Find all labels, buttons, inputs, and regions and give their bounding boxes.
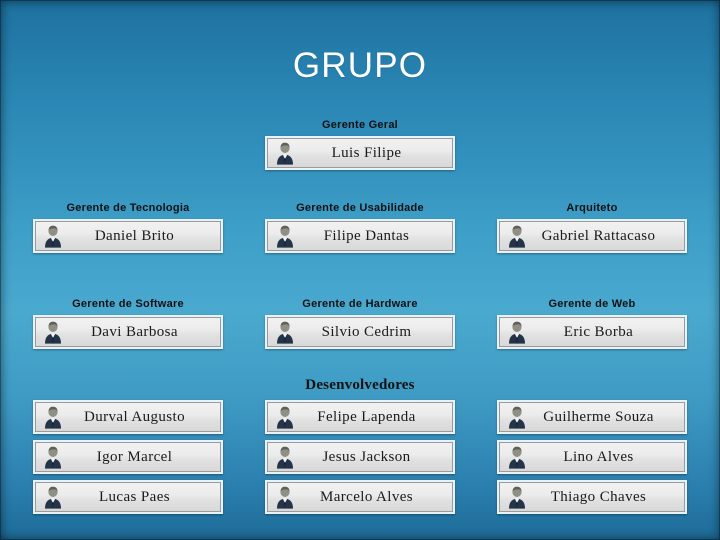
person-card[interactable]: Jesus Jackson xyxy=(265,440,455,474)
manager-row-1: Gerente de Tecnologia Daniel Brito Geren… xyxy=(0,201,720,253)
person-icon xyxy=(274,224,296,248)
person-card[interactable]: Thiago Chaves xyxy=(497,480,687,514)
role-label: Gerente Geral xyxy=(321,119,398,131)
person-icon xyxy=(42,320,64,344)
person-card[interactable]: Lino Alves xyxy=(497,440,687,474)
person-icon xyxy=(274,320,296,344)
person-name: Eric Borba xyxy=(563,323,634,340)
slide-canvas: GRUPO Gerente Geral Luis Filipe Gerente … xyxy=(0,0,720,540)
org-node-gerente-web: Gerente de Web Eric Borba xyxy=(497,297,687,349)
role-label: Gerente de Web xyxy=(548,298,636,310)
person-card[interactable]: Davi Barbosa xyxy=(33,315,223,349)
person-card[interactable]: Marcelo Alves xyxy=(265,480,455,514)
person-icon xyxy=(506,320,528,344)
person-name: Igor Marcel xyxy=(96,448,173,465)
person-icon xyxy=(274,445,296,469)
person-card[interactable]: Filipe Dantas xyxy=(265,219,455,253)
person-name: Thiago Chaves xyxy=(550,488,647,505)
person-name: Luis Filipe xyxy=(331,144,402,161)
person-card[interactable]: Igor Marcel xyxy=(33,440,223,474)
person-name: Lucas Paes xyxy=(98,488,171,505)
person-name: Gabriel Rattacaso xyxy=(541,227,656,244)
person-card[interactable]: Daniel Brito xyxy=(33,219,223,253)
person-name: Guilherme Souza xyxy=(543,408,654,425)
person-name: Silvio Cedrim xyxy=(321,323,412,340)
person-name: Daniel Brito xyxy=(94,227,175,244)
role-label: Arquiteto xyxy=(566,202,618,214)
person-card[interactable]: Eric Borba xyxy=(497,315,687,349)
person-icon xyxy=(274,405,296,429)
person-name: Lino Alves xyxy=(563,448,634,465)
org-node-gerente-geral: Gerente Geral Luis Filipe xyxy=(265,118,455,170)
person-card[interactable]: Silvio Cedrim xyxy=(265,315,455,349)
person-icon xyxy=(42,405,64,429)
page-title: GRUPO xyxy=(292,46,428,85)
role-label: Gerente de Software xyxy=(72,298,184,310)
person-name: Marcelo Alves xyxy=(319,488,414,505)
person-icon xyxy=(274,141,296,165)
org-node-arquiteto: Arquiteto Gabriel Rattacaso xyxy=(497,201,687,253)
person-name: Jesus Jackson xyxy=(322,448,411,465)
person-name: Durval Augusto xyxy=(83,408,185,425)
person-icon xyxy=(274,485,296,509)
role-label: Gerente de Hardware xyxy=(302,298,418,310)
person-card[interactable]: Guilherme Souza xyxy=(497,400,687,434)
person-icon xyxy=(506,224,528,248)
org-node-gerente-hardware: Gerente de Hardware Silvio Cedrim xyxy=(265,297,455,349)
person-card[interactable]: Gabriel Rattacaso xyxy=(497,219,687,253)
person-card[interactable]: Lucas Paes xyxy=(33,480,223,514)
org-node-gerente-usabilidade: Gerente de Usabilidade Filipe Dantas xyxy=(265,201,455,253)
person-icon xyxy=(42,445,64,469)
person-icon xyxy=(506,485,528,509)
section-title-desenvolvedores: Desenvolvedores xyxy=(305,377,415,393)
person-name: Felipe Lapenda xyxy=(317,408,416,425)
role-label: Gerente de Tecnologia xyxy=(66,202,190,214)
person-card[interactable]: Felipe Lapenda xyxy=(265,400,455,434)
org-node-gerente-tecnologia: Gerente de Tecnologia Daniel Brito xyxy=(33,201,223,253)
person-name: Davi Barbosa xyxy=(91,323,178,340)
person-card[interactable]: Luis Filipe xyxy=(265,136,455,170)
person-icon xyxy=(506,405,528,429)
person-icon xyxy=(42,485,64,509)
role-label: Gerente de Usabilidade xyxy=(296,202,424,214)
manager-row-2: Gerente de Software Davi Barbosa Gerente… xyxy=(0,297,720,349)
org-node-gerente-software: Gerente de Software Davi Barbosa xyxy=(33,297,223,349)
person-icon xyxy=(506,445,528,469)
person-name: Filipe Dantas xyxy=(323,227,410,244)
person-icon xyxy=(42,224,64,248)
person-card[interactable]: Durval Augusto xyxy=(33,400,223,434)
developers-grid: Durval Augusto Felipe Lapenda Guilherme … xyxy=(0,400,720,514)
